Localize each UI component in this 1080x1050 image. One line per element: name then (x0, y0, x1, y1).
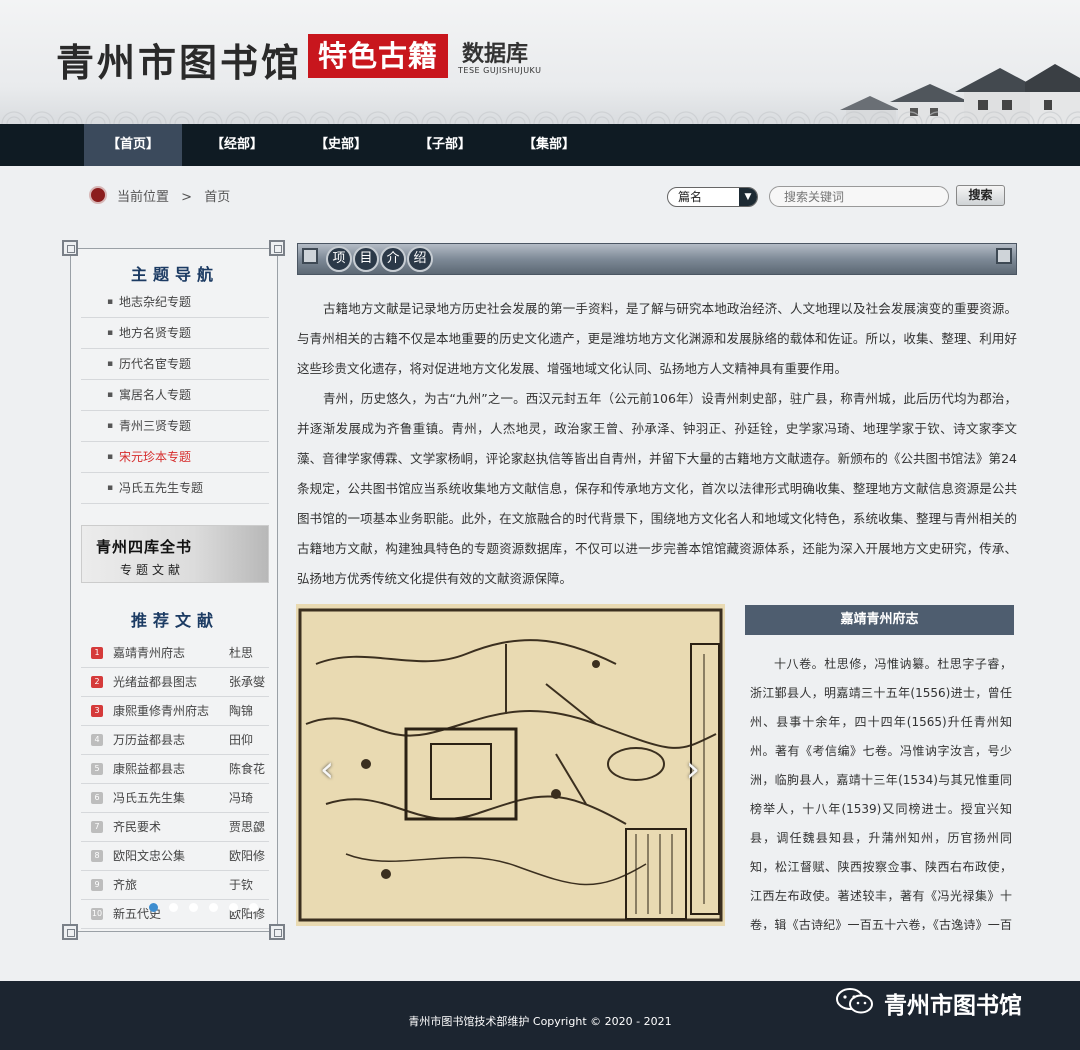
carousel-dot[interactable] (189, 903, 198, 912)
rec-title: 齐民要术 (113, 820, 162, 834)
section-title-char: 目 (353, 246, 379, 272)
breadcrumb-separator: > (181, 190, 193, 205)
main-nav: 【首页】 【经部】 【史部】 【子部】 【集部】 (0, 124, 1080, 166)
section-title-bar: 项 目 介 绍 (297, 243, 1017, 275)
library-name: 青州市图书馆 (56, 40, 303, 85)
carousel-prev-button[interactable]: ‹ (314, 750, 340, 790)
topic-item-highlighted[interactable]: 宋元珍本专题 (81, 442, 269, 473)
carousel-dot-active[interactable] (149, 903, 158, 912)
breadcrumb-label: 当前位置 (117, 190, 170, 205)
carousel-dot[interactable] (169, 903, 178, 912)
intro-paragraph: 青州，历史悠久，为古“九州”之一。西汉元封五年（公元前106年）设青州刺史部，驻… (297, 391, 1017, 586)
recommended-item[interactable]: 6 冯氏五先生集 冯琦 (81, 784, 269, 813)
rec-author: 冯琦 (229, 791, 254, 805)
search-field-select[interactable]: 篇名 ▼ (667, 187, 758, 207)
recommended-item[interactable]: 1 嘉靖青州府志 杜思 (81, 639, 269, 668)
rec-title: 齐旅 (113, 878, 138, 892)
recommended-item[interactable]: 4 万历益都县志 田仰 (81, 726, 269, 755)
search-field-value: 篇名 (678, 190, 703, 204)
nav-home[interactable]: 【首页】 (84, 124, 182, 166)
corner-ornament (62, 240, 78, 256)
search-button[interactable]: 搜索 (956, 185, 1005, 206)
rank-badge: 9 (91, 879, 103, 891)
recommended-item[interactable]: 8 欧阳文忠公集 欧阳修 (81, 842, 269, 871)
database-label: 数据库 (462, 41, 529, 67)
recommended-item[interactable]: 2 光绪益都县图志 张承燮 (81, 668, 269, 697)
rec-title: 康熙益都县志 (113, 762, 186, 776)
rec-author: 贾思勰 (229, 820, 266, 834)
breadcrumb: 当前位置 > 首页 (117, 186, 238, 205)
rec-author: 陶锦 (229, 704, 254, 718)
nav-zi[interactable]: 【子部】 (396, 124, 494, 166)
search-input[interactable] (769, 186, 949, 207)
rec-title: 欧阳文忠公集 (113, 849, 186, 863)
rec-title: 万历益都县志 (113, 733, 186, 747)
detail-title[interactable]: 嘉靖青州府志 (745, 605, 1014, 635)
location-icon (89, 186, 107, 204)
ancient-map-image (296, 604, 725, 926)
recommended-heading: 推荐文献 (130, 611, 219, 630)
section-title-char: 绍 (407, 246, 433, 272)
rec-author: 张承燮 (229, 675, 266, 689)
nav-shi[interactable]: 【史部】 (292, 124, 390, 166)
topic-item[interactable]: 历代名宦专题 (81, 349, 269, 380)
image-carousel[interactable]: ‹ › (296, 604, 725, 926)
breadcrumb-current[interactable]: 首页 (204, 190, 230, 205)
corner-ornament (269, 924, 285, 940)
rank-badge: 3 (91, 705, 103, 717)
rec-author: 欧阳修 (229, 849, 266, 863)
banner-subtitle: 专题文献 (120, 563, 185, 577)
rec-title: 光绪益都县图志 (113, 675, 198, 689)
intro-text: 古籍地方文献是记录地方历史社会发展的第一手资料，是了解与研究本地政治经济、人文地… (297, 294, 1017, 594)
copyright-text: 青州市图书馆技术部维护 Copyright © 2020 - 2021 (408, 1015, 672, 1028)
detail-description: 十八卷。杜思修，冯惟讷纂。杜思字子睿，浙江鄞县人，明嘉靖三十五年(1556)进士… (750, 657, 1012, 930)
intro-paragraph: 古籍地方文献是记录地方历史社会发展的第一手资料，是了解与研究本地政治经济、人文地… (297, 301, 1017, 376)
rank-badge: 5 (91, 763, 103, 775)
rec-title: 嘉靖青州府志 (113, 646, 186, 660)
section-title-char: 介 (380, 246, 406, 272)
recommended-item[interactable]: 7 齐民要术 贾思勰 (81, 813, 269, 842)
rank-badge: 1 (91, 647, 103, 659)
rec-title: 康熙重修青州府志 (113, 704, 210, 718)
carousel-dots (149, 903, 279, 913)
rank-badge: 7 (91, 821, 103, 833)
nav-jing[interactable]: 【经部】 (188, 124, 286, 166)
site-header: 青州市图书馆 特色古籍 数据库 TESE GUJISHUJUKU (0, 0, 1080, 124)
section-title-char: 项 (326, 246, 352, 272)
banner-title: 青州四库全书 (96, 538, 193, 556)
topic-item[interactable]: 寓居名人专题 (81, 380, 269, 411)
rank-badge: 2 (91, 676, 103, 688)
wechat-icon (836, 988, 873, 1014)
rec-author: 田仰 (229, 733, 254, 747)
rank-badge: 4 (91, 734, 103, 746)
rec-author: 于钦 (229, 878, 254, 892)
wave-pattern (0, 98, 1080, 124)
siku-banner[interactable]: 青州四库全书 专题文献 (81, 525, 269, 583)
carousel-dot[interactable] (249, 903, 258, 912)
rec-title: 冯氏五先生集 (113, 791, 186, 805)
recommended-item[interactable]: 5 康熙益都县志 陈食花 (81, 755, 269, 784)
carousel-next-button[interactable]: › (680, 750, 706, 790)
recommended-item[interactable]: 9 齐旅 于钦 (81, 871, 269, 900)
rec-author: 陈食花 (229, 762, 266, 776)
pinyin-label: TESE GUJISHUJUKU (458, 66, 542, 75)
corner-ornament (62, 924, 78, 940)
rank-badge: 10 (91, 908, 103, 920)
topic-item[interactable]: 青州三贤专题 (81, 411, 269, 442)
chevron-down-icon: ▼ (739, 188, 757, 206)
nav-ji[interactable]: 【集部】 (500, 124, 598, 166)
topic-nav-heading: 主题导航 (130, 265, 219, 284)
topic-item[interactable]: 地方名贤专题 (81, 318, 269, 349)
corner-ornament (269, 240, 285, 256)
topic-item[interactable]: 冯氏五先生专题 (81, 473, 269, 504)
rank-badge: 8 (91, 850, 103, 862)
recommended-item[interactable]: 3 康熙重修青州府志 陶锦 (81, 697, 269, 726)
carousel-dot[interactable] (209, 903, 218, 912)
sidebar: 主题导航 地志杂纪专题 地方名贤专题 历代名宦专题 寓居名人专题 青州三贤专题 … (70, 248, 278, 932)
rec-author: 杜思 (229, 646, 254, 660)
special-collection-label: 特色古籍 (308, 34, 448, 78)
topic-item[interactable]: 地志杂纪专题 (81, 287, 269, 318)
carousel-dot[interactable] (229, 903, 238, 912)
rank-badge: 6 (91, 792, 103, 804)
